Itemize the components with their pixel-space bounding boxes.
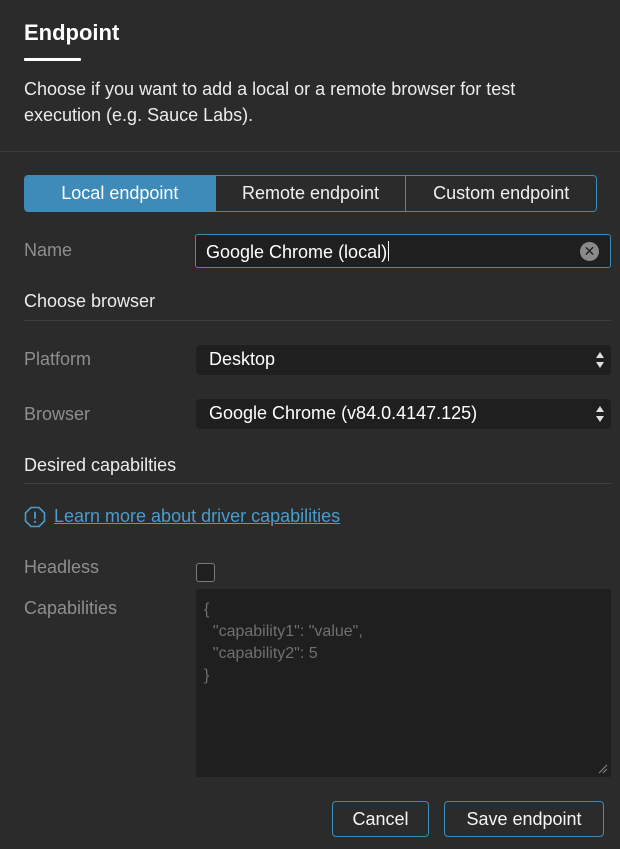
name-input-value: Google Chrome (local): [206, 241, 390, 262]
tab-custom-endpoint[interactable]: Custom endpoint: [405, 176, 596, 211]
name-label: Name: [24, 240, 73, 260]
platform-select[interactable]: Desktop: [196, 345, 611, 375]
capabilities-placeholder: { "capability1": "value", "capability2":…: [204, 601, 363, 684]
info-icon: [24, 506, 46, 528]
capabilities-textarea[interactable]: { "capability1": "value", "capability2":…: [196, 589, 611, 777]
headless-checkbox[interactable]: [196, 563, 215, 582]
clear-input-icon[interactable]: ✕: [580, 242, 599, 261]
dialog-description: Choose if you want to add a local or a r…: [24, 79, 516, 125]
cancel-button[interactable]: Cancel: [332, 801, 429, 837]
endpoint-dialog: Endpoint Choose if you want to add a loc…: [0, 0, 620, 849]
save-endpoint-button[interactable]: Save endpoint: [444, 801, 604, 837]
name-input[interactable]: Google Chrome (local) ✕: [195, 234, 611, 268]
headless-label: Headless: [24, 557, 100, 577]
title-underline: [24, 58, 81, 61]
platform-label: Platform: [24, 349, 92, 369]
tab-local-endpoint[interactable]: Local endpoint: [25, 176, 215, 211]
text-caret: [388, 241, 390, 261]
capabilities-label: Capabilities: [24, 598, 118, 618]
section-divider: [24, 320, 611, 321]
select-arrows-icon: [596, 406, 604, 422]
browser-select-value: Google Chrome (v84.0.4147.125): [209, 403, 478, 423]
tab-remote-endpoint[interactable]: Remote endpoint: [214, 176, 406, 211]
dialog-title: Endpoint: [24, 20, 120, 45]
resize-handle-icon[interactable]: [598, 764, 608, 774]
browser-select[interactable]: Google Chrome (v84.0.4147.125): [196, 399, 611, 429]
driver-capabilities-link[interactable]: Learn more about driver capabilities: [54, 506, 340, 527]
dialog-header: Endpoint Choose if you want to add a loc…: [0, 0, 620, 152]
desired-capabilities-heading: Desired capabilties: [24, 455, 177, 475]
browser-label: Browser: [24, 404, 91, 424]
endpoint-type-tabs: Local endpoint Remote endpoint Custom en…: [24, 175, 597, 212]
platform-select-value: Desktop: [209, 349, 276, 369]
section-divider: [24, 483, 611, 484]
select-arrows-icon: [596, 352, 604, 368]
choose-browser-heading: Choose browser: [24, 291, 156, 311]
